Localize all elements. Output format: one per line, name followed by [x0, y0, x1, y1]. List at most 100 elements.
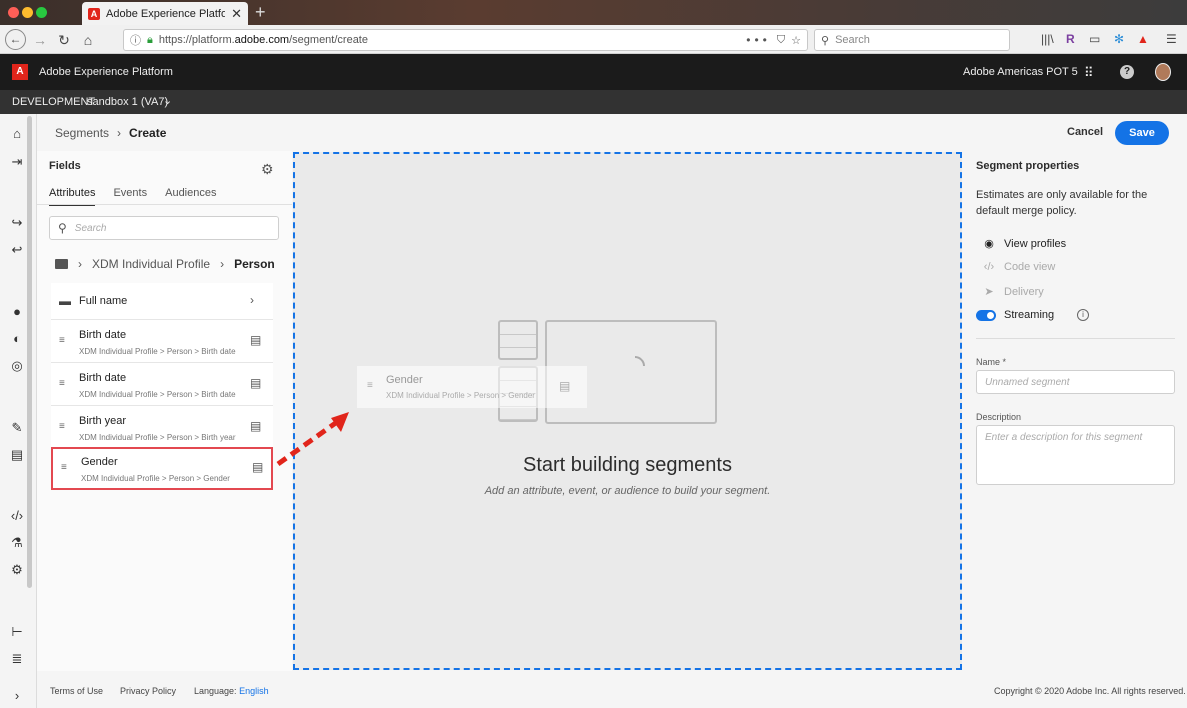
folder-up-icon[interactable] [55, 259, 68, 269]
minimize-window-button[interactable] [22, 7, 33, 18]
home-button[interactable]: ⌂ [78, 30, 98, 50]
language-label: Language: English [194, 686, 269, 696]
terms-link[interactable]: Terms of Use [50, 686, 103, 696]
browser-tab[interactable]: A Adobe Experience Platform - Se ✕ [82, 2, 248, 25]
new-tab-button[interactable]: + [255, 2, 266, 22]
browser-tab-title: Adobe Experience Platform - Se [106, 7, 226, 20]
breadcrumb-segments-link[interactable]: Segments [55, 126, 109, 140]
list-item[interactable]: ≡ Birth year XDM Individual Profile > Pe… [51, 406, 273, 449]
browser-search-input[interactable]: ⚲ Search [814, 29, 1010, 51]
page-actions-icon[interactable]: ••• [746, 33, 771, 47]
dragged-field-path: XDM Individual Profile > Person > Gender [386, 391, 535, 400]
forward-button[interactable]: → [30, 30, 50, 50]
org-switcher[interactable]: Adobe Americas POT 5 [963, 66, 1078, 78]
chevron-right-icon[interactable]: › [250, 293, 254, 307]
main-area: Segments › Create Cancel Save Fields ⚙ A… [37, 114, 1187, 708]
list-item[interactable]: ≡ Birth date XDM Individual Profile > Pe… [51, 320, 273, 363]
left-nav-rail: ⌂ ⇥ ↪ ↩ ● ◐ ◎ ✎ ▤ ‹/› ⚗ ⚙ ⊢ ≣ › [0, 114, 37, 708]
folder-label: Full name [79, 295, 128, 307]
field-type-icon: ▤ [250, 333, 262, 347]
name-label: Name * [976, 357, 1007, 367]
fields-search-input[interactable]: ⚲ Search [49, 216, 279, 240]
field-title: Birth year [79, 415, 127, 427]
catalog-icon[interactable]: ▤ [9, 447, 25, 463]
chevron-right-icon: › [220, 257, 225, 271]
queries-icon[interactable]: ‹/› [9, 508, 25, 524]
sandbox-selector[interactable]: sandbox 1 (VA7) [87, 96, 168, 108]
info-icon[interactable]: i [1077, 309, 1089, 321]
close-window-button[interactable] [8, 7, 19, 18]
dragged-field-title: Gender [386, 374, 423, 386]
dragged-field-ghost: ≡ Gender XDM Individual Profile > Person… [357, 366, 587, 408]
streaming-label: Streaming [1004, 309, 1055, 321]
browser-nav-bar: ← → ↻ ⌂ ⓘ 🔒︎ https://platform.adobe.com/… [0, 25, 1187, 54]
schemas-icon[interactable]: ⊢ [9, 624, 25, 640]
breadcrumb-separator-icon: › [117, 126, 122, 140]
field-title: Gender [81, 456, 118, 468]
pocket-icon[interactable]: ⛉ [777, 34, 785, 47]
datasets-icon[interactable]: ≣ [9, 651, 25, 667]
view-profiles-button[interactable]: ◉ View profiles [982, 237, 1067, 251]
path-root[interactable]: XDM Individual Profile [92, 257, 210, 271]
identities-icon[interactable]: ◎ [9, 358, 25, 374]
adobe-extension-icon[interactable]: ▲ [1137, 32, 1149, 46]
code-view-button[interactable]: ‹/› Code view [982, 261, 1056, 273]
segments-icon[interactable]: ◐ [9, 331, 25, 347]
privacy-link[interactable]: Privacy Policy [120, 686, 176, 696]
app-switcher-grid-icon[interactable]: ⠿ [1084, 65, 1094, 81]
close-tab-icon[interactable]: ✕ [231, 6, 242, 22]
rail-scrollbar[interactable] [27, 116, 32, 588]
copyright: Copyright © 2020 Adobe Inc. All rights r… [994, 686, 1186, 696]
fields-title: Fields [49, 160, 81, 172]
extension-r-icon[interactable]: R [1066, 32, 1075, 46]
reload-button[interactable]: ↻ [54, 30, 74, 50]
language-link[interactable]: English [239, 686, 269, 696]
drag-handle-icon[interactable]: ≡ [59, 421, 65, 432]
sidebar-icon[interactable]: ▭ [1089, 32, 1100, 46]
home-icon[interactable]: ⌂ [9, 126, 25, 142]
extension-icon[interactable]: ✻ [1114, 32, 1124, 46]
folder-row-full-name[interactable]: ▬ Full name › [51, 283, 273, 320]
models-icon[interactable]: ⚙ [9, 562, 25, 578]
drag-handle-icon[interactable]: ≡ [59, 378, 65, 389]
url-bar[interactable]: ⓘ 🔒︎ https://platform.adobe.com/segment/… [123, 29, 808, 51]
drag-handle-icon[interactable]: ≡ [59, 335, 65, 346]
list-item-selected[interactable]: ≡ Gender XDM Individual Profile > Person… [51, 447, 273, 490]
help-icon[interactable]: ? [1120, 65, 1134, 79]
description-textarea[interactable]: Enter a description for this segment [976, 425, 1175, 485]
profiles-icon[interactable]: ● [9, 304, 25, 320]
maximize-window-button[interactable] [36, 7, 47, 18]
info-icon[interactable]: ⓘ [130, 32, 141, 48]
gear-icon[interactable]: ⚙ [261, 161, 274, 178]
name-placeholder: Unnamed segment [985, 377, 1070, 388]
breadcrumb-current: Create [129, 126, 167, 140]
policies-icon[interactable]: ✎ [9, 420, 25, 436]
adobe-logo-icon[interactable]: A [12, 64, 28, 80]
save-button[interactable]: Save [1115, 121, 1169, 145]
path-current: Person [234, 257, 275, 271]
lock-icon: 🔒︎ [147, 33, 153, 46]
back-button[interactable]: ← [5, 29, 26, 50]
notebooks-icon[interactable]: ⚗ [9, 535, 25, 551]
drag-handle-icon[interactable]: ≡ [61, 462, 67, 473]
field-type-icon: ▤ [252, 460, 264, 474]
chevron-down-icon[interactable]: ⌄ [163, 94, 172, 107]
tab-divider [37, 204, 292, 205]
field-type-icon: ▤ [250, 419, 262, 433]
delivery-button[interactable]: ➤ Delivery [982, 285, 1043, 299]
segment-name-input[interactable]: Unnamed segment [976, 370, 1175, 394]
bookmark-star-icon[interactable]: ☆ [791, 34, 801, 47]
list-item[interactable]: ≡ Birth date XDM Individual Profile > Pe… [51, 363, 273, 406]
segment-canvas-dropzone[interactable]: ≡ Gender XDM Individual Profile > Person… [293, 152, 962, 670]
cancel-button[interactable]: Cancel [1067, 126, 1103, 138]
workflows-icon[interactable]: ⇥ [9, 154, 25, 170]
menu-icon[interactable]: ☰ [1166, 32, 1177, 46]
expand-rail-icon[interactable]: › [9, 688, 25, 704]
view-profiles-label: View profiles [1004, 237, 1067, 250]
sources-icon[interactable]: ↪ [9, 215, 25, 231]
avatar[interactable] [1155, 63, 1171, 81]
streaming-toggle[interactable] [976, 309, 996, 321]
destinations-icon[interactable]: ↩ [9, 242, 25, 258]
footer: Terms of Use Privacy Policy Language: En… [37, 671, 1187, 708]
library-icon[interactable]: |||\ [1041, 32, 1054, 46]
